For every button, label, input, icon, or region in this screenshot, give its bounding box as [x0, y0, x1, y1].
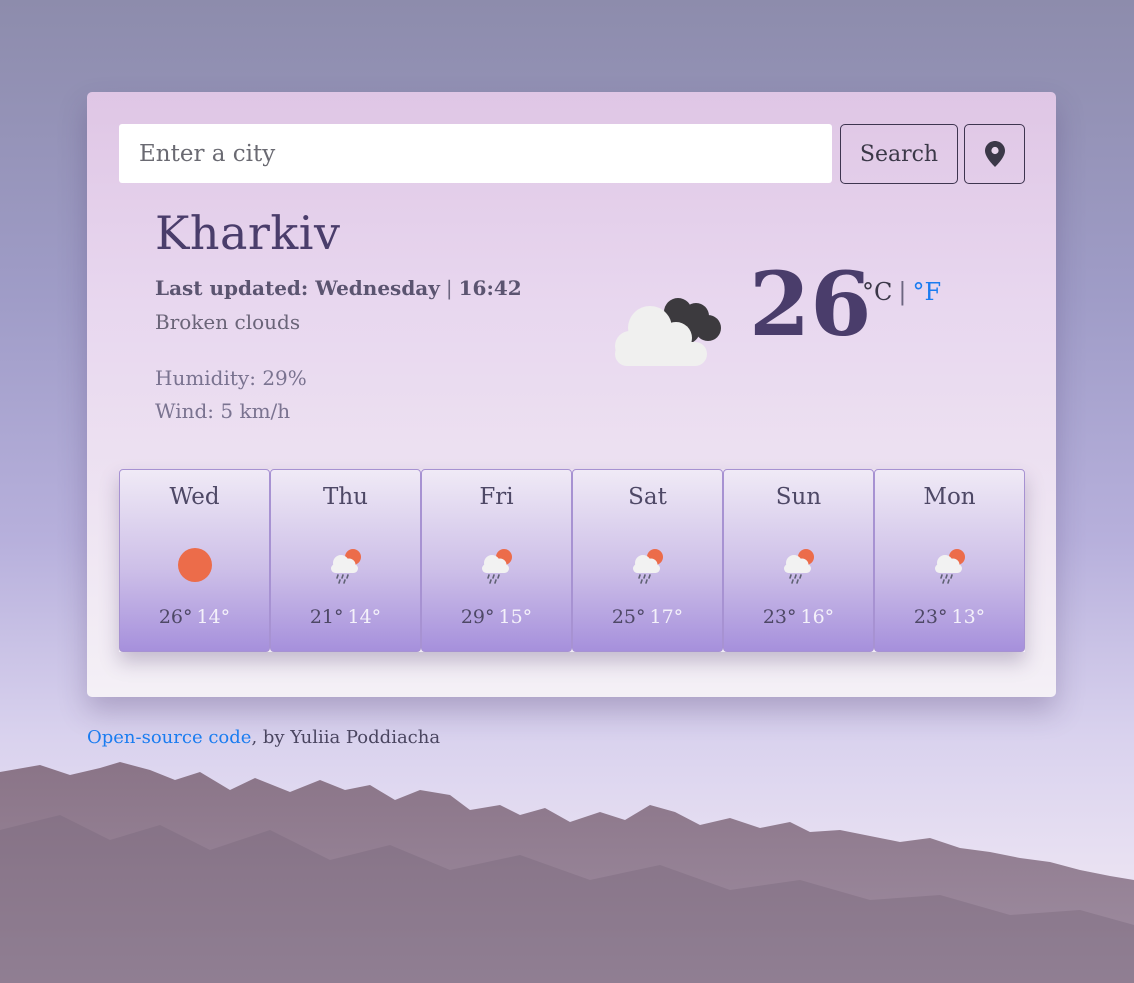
forecast-day-name: Sat: [628, 484, 667, 510]
forecast-temps: 23° 16°: [724, 606, 873, 628]
celsius-unit[interactable]: °C: [862, 278, 892, 306]
forecast-max: 29°: [460, 606, 495, 628]
forecast-max: 26°: [158, 606, 193, 628]
last-updated-day: Wednesday: [315, 276, 440, 300]
search-button[interactable]: Search: [840, 124, 958, 184]
forecast-day: Thu 21° 14°: [270, 469, 421, 652]
forecast-temps: 29° 15°: [422, 606, 571, 628]
weather-description: Broken clouds: [155, 310, 301, 334]
rain-sun-icon: [330, 549, 361, 584]
map-pin-icon: [984, 141, 1005, 167]
city-search-input[interactable]: [119, 124, 832, 183]
last-updated-label: Last updated:: [155, 276, 309, 300]
forecast-temps: 25° 17°: [573, 606, 722, 628]
forecast-temps: 23° 13°: [875, 606, 1024, 628]
broken-clouds-icon: [615, 298, 721, 366]
forecast-day: Sun 23° 16°: [723, 469, 874, 652]
forecast-max: 23°: [913, 606, 948, 628]
forecast-max: 21°: [309, 606, 344, 628]
weather-card: Search Kharkiv Last updated: Wednesday|1…: [87, 92, 1056, 697]
humidity: Humidity: 29%: [155, 366, 307, 390]
forecast-temps: 26° 14°: [120, 606, 269, 628]
forecast-day: Wed 26° 14°: [119, 469, 270, 652]
forecast-min: 17°: [649, 606, 684, 628]
sun-icon: [177, 548, 212, 582]
forecast-min: 14°: [196, 606, 231, 628]
footer-credit: Open-source code, by Yuliia Poddiacha: [87, 727, 440, 748]
forecast-min: 15°: [498, 606, 533, 628]
forecast-day-name: Mon: [923, 484, 976, 510]
forecast-day: Fri 29° 15°: [421, 469, 572, 652]
wind: Wind: 5 km/h: [155, 399, 291, 423]
forecast-row: Wed 26° 14° Thu 21° 14° Fri 29° 15° Sat …: [119, 469, 1025, 652]
forecast-temps: 21° 14°: [271, 606, 420, 628]
forecast-min: 14°: [347, 606, 382, 628]
author-byline: , by Yuliia Poddiacha: [251, 727, 441, 748]
current-location-button[interactable]: [964, 124, 1025, 184]
rain-sun-icon: [783, 549, 814, 584]
rain-sun-icon: [632, 549, 663, 584]
fahrenheit-link[interactable]: °F: [912, 278, 941, 306]
open-source-link[interactable]: Open-source code: [87, 727, 251, 748]
forecast-max: 25°: [611, 606, 646, 628]
search-form: Search: [119, 124, 1025, 184]
forecast-max: 23°: [762, 606, 797, 628]
forecast-day-name: Sun: [775, 484, 822, 510]
forecast-day-name: Wed: [169, 484, 220, 510]
current-temperature: 26: [749, 252, 872, 356]
city-name: Kharkiv: [155, 206, 341, 260]
forecast-min: 16°: [800, 606, 835, 628]
forecast-day-name: Thu: [323, 484, 368, 510]
rain-sun-icon: [481, 549, 512, 584]
separator: |: [445, 276, 453, 300]
unit-toggle: °C | °F: [862, 278, 941, 306]
forecast-min: 13°: [951, 606, 986, 628]
forecast-day: Sat 25° 17°: [572, 469, 723, 652]
last-updated: Last updated: Wednesday | 16:42: [155, 276, 522, 300]
unit-separator: |: [898, 278, 907, 306]
forecast-day: Mon 23° 13°: [874, 469, 1025, 652]
rain-sun-icon: [934, 549, 965, 584]
last-updated-time: 16:42: [458, 276, 522, 300]
forecast-day-name: Fri: [479, 484, 514, 510]
